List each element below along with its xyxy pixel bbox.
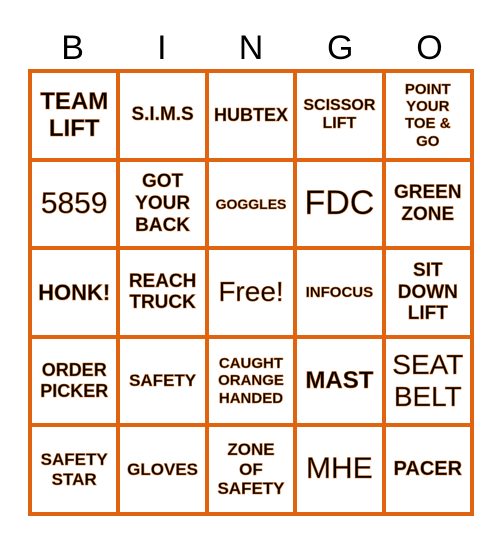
bingo-cell[interactable]: TEAM LIFT xyxy=(32,73,117,158)
bingo-cell[interactable]: SEAT BELT xyxy=(385,338,470,424)
bingo-cell[interactable]: HONK! xyxy=(32,250,117,335)
bingo-cell[interactable]: INFOCUS xyxy=(297,250,382,335)
bingo-cell[interactable]: GLOVES xyxy=(120,427,205,512)
bingo-cell[interactable]: SAFETY STAR xyxy=(32,427,117,512)
bingo-cell[interactable]: SAFETY xyxy=(120,338,205,424)
bingo-cell[interactable]: GOGGLES xyxy=(208,161,294,247)
bingo-cell[interactable]: 5859 xyxy=(32,161,117,247)
bingo-cell[interactable]: MHE xyxy=(297,427,382,512)
bingo-cell[interactable]: POINT YOUR TOE & GO xyxy=(385,73,470,158)
bingo-header: B I N G O xyxy=(28,28,474,68)
bingo-cell[interactable]: PACER xyxy=(385,427,470,512)
bingo-cell[interactable]: FDC xyxy=(297,161,382,247)
bingo-cell[interactable]: ZONE OF SAFETY xyxy=(208,427,294,512)
bingo-cell[interactable]: SCISSOR LIFT xyxy=(297,73,382,158)
header-letter-o: O xyxy=(416,29,443,67)
free-space[interactable]: Free! xyxy=(208,250,294,335)
bingo-cell[interactable]: GOT YOUR BACK xyxy=(120,161,205,247)
bingo-cell[interactable]: ORDER PICKER xyxy=(32,338,117,424)
bingo-card: TEAM LIFT S.I.M.S HUBTEX SCISSOR LIFT PO… xyxy=(28,69,474,516)
bingo-cell[interactable]: MAST xyxy=(297,338,382,424)
bingo-cell[interactable]: GREEN ZONE xyxy=(385,161,470,247)
bingo-cell[interactable]: HUBTEX xyxy=(208,73,294,158)
bingo-cell[interactable]: S.I.M.S xyxy=(120,73,205,158)
bingo-cell[interactable]: REACH TRUCK xyxy=(120,250,205,335)
header-letter-g: G xyxy=(326,29,354,67)
header-letter-b: B xyxy=(61,29,84,67)
header-letter-n: N xyxy=(238,29,264,67)
header-letter-i: I xyxy=(157,29,167,67)
bingo-cell[interactable]: SIT DOWN LIFT xyxy=(385,250,470,335)
bingo-cell[interactable]: CAUGHT ORANGE HANDED xyxy=(208,338,294,424)
